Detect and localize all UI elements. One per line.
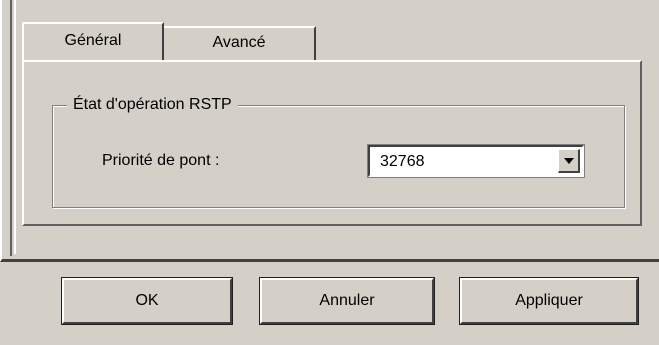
bridge-priority-value: 32768 [380,153,425,170]
chevron-down-icon [563,157,574,164]
frame-divider [10,0,12,256]
groupbox-title: État d'opération RSTP [67,95,238,115]
dropdown-button[interactable] [558,149,580,173]
tab-bar: Général Avancé [22,22,316,60]
tab-general[interactable]: Général [22,22,164,60]
bridge-priority-select[interactable]: 32768 [367,144,585,178]
ok-button[interactable]: OK [61,277,233,325]
tab-advanced[interactable]: Avancé [164,26,316,60]
tab-general-label: Général [64,32,122,49]
apply-button[interactable]: Appliquer [459,277,639,325]
bridge-priority-label: Priorité de pont : [102,152,220,169]
cancel-button[interactable]: Annuler [259,277,435,325]
tab-advanced-label: Avancé [212,34,266,51]
frame-divider-highlight [14,0,16,254]
dialog: Général Avancé État d'opération RSTP Pri… [0,0,659,345]
